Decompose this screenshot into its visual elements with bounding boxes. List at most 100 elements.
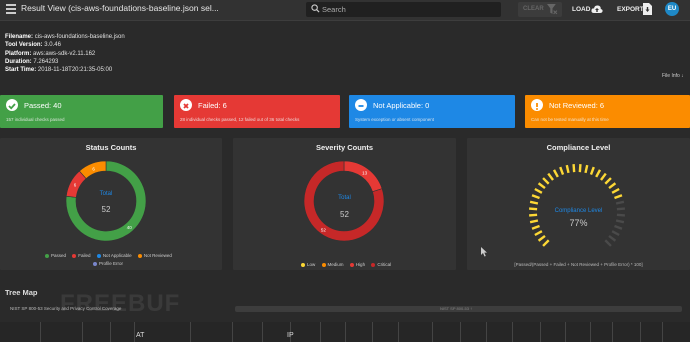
- treemap-cell[interactable]: [190, 322, 191, 342]
- treemap-cell[interactable]: [398, 322, 399, 342]
- compliance-formula: [Passed/(Passed + Failed + Not Reviewed …: [514, 262, 643, 267]
- legend-item[interactable]: Not Reviewed: [137, 253, 172, 258]
- card-subtitle: Can not be tested manually at this time: [531, 117, 609, 122]
- legend-item[interactable]: Failed: [72, 253, 91, 258]
- treemap-cell[interactable]: [40, 322, 41, 342]
- legend-item[interactable]: Profile Error: [93, 261, 123, 266]
- donut-center-label: Total: [338, 195, 351, 201]
- legend-label: Not Reviewed: [143, 253, 172, 258]
- treemap-cell[interactable]: [110, 322, 111, 342]
- meta-value: 7.264293: [33, 58, 59, 65]
- gauge-label: Compliance Level: [554, 208, 603, 214]
- treemap-cell[interactable]: [486, 322, 487, 342]
- treemap-cell[interactable]: [540, 322, 541, 342]
- treemap-cell[interactable]: [372, 322, 373, 342]
- gauge-tick: [542, 239, 550, 247]
- treemap-cell[interactable]: [432, 322, 433, 342]
- exclamation-circle-icon: [531, 99, 543, 111]
- gauge-tick: [537, 235, 546, 242]
- treemap-cell[interactable]: [320, 322, 321, 342]
- severity-counts-panel: Severity Counts 13 52 Total 52 Low Medium…: [233, 138, 456, 270]
- status-legend: Passed Failed Not Applicable Not Reviewe…: [45, 253, 177, 258]
- gauge-tick: [529, 213, 538, 217]
- profile-metadata: Filename: cis-aws-foundations-baseline.j…: [5, 33, 125, 74]
- treemap-cell[interactable]: [134, 322, 135, 342]
- x-circle-icon: [180, 99, 192, 111]
- clear-filter-button[interactable]: CLEAR: [518, 2, 562, 17]
- not-reviewed-card[interactable]: Not Reviewed: 6 Can not be tested manual…: [525, 95, 690, 128]
- meta-row: Platform: aws:aws-sdk-v2.11.162: [5, 50, 125, 58]
- treemap-cell[interactable]: [565, 322, 566, 342]
- check-circle-icon: [6, 99, 18, 111]
- meta-label: Duration:: [5, 58, 32, 65]
- legend-label: Critical: [377, 262, 392, 267]
- treemap-breadcrumb-bar[interactable]: NIST SP 800-53 ↑: [235, 306, 682, 312]
- passed-card[interactable]: Passed: 40 157 individual checks passed: [0, 95, 163, 128]
- severity-counts-donut-chart: 13 52: [303, 160, 385, 242]
- search-icon: [311, 4, 320, 13]
- donut-slice-high[interactable]: [343, 160, 383, 193]
- treemap-cell[interactable]: [232, 322, 233, 342]
- load-button[interactable]: LOAD: [572, 6, 590, 13]
- legend-label: Low: [307, 262, 316, 267]
- legend-item[interactable]: Low: [301, 262, 315, 267]
- cloud-upload-icon[interactable]: [591, 4, 603, 14]
- gauge-tick: [604, 239, 612, 247]
- gauge-tick: [531, 194, 540, 200]
- meta-label: Filename:: [5, 34, 34, 40]
- gauge-tick: [534, 230, 543, 237]
- legend-label: Failed: [78, 253, 91, 258]
- donut-data-label: 13: [362, 171, 368, 176]
- meta-value: 2018-11-18T20:21:35-05:00: [37, 67, 113, 74]
- gauge-tick: [565, 164, 570, 174]
- legend-item[interactable]: High: [349, 262, 365, 267]
- file-info-toggle[interactable]: File Info ↓: [662, 73, 684, 79]
- treemap-cell[interactable]: [82, 322, 83, 342]
- search-input[interactable]: Search: [306, 2, 501, 17]
- donut-data-label: 40: [127, 225, 133, 230]
- legend-item[interactable]: Medium: [321, 262, 344, 267]
- gauge-tick: [552, 169, 559, 178]
- treemap-cell[interactable]: [345, 322, 346, 342]
- file-export-icon[interactable]: [643, 3, 652, 15]
- legend-label: Not Applicable: [102, 253, 132, 258]
- meta-row: Start Time: 2018-11-18T20:21:35-05:00: [5, 66, 125, 74]
- treemap-cell[interactable]: [662, 322, 663, 342]
- gauge-tick: [595, 169, 602, 178]
- compliance-level-panel: Compliance Level Compliance Level 77% [P…: [467, 138, 690, 270]
- legend-item[interactable]: Not Applicable: [96, 253, 132, 258]
- treemap-cell[interactable]: [262, 322, 263, 342]
- gauge-tick: [534, 187, 543, 194]
- gauge-tick: [578, 164, 582, 173]
- treemap-cell[interactable]: [460, 322, 461, 342]
- hamburger-menu-icon[interactable]: [6, 4, 16, 16]
- meta-row: Tool Version: 3.0.46: [5, 41, 125, 49]
- failed-card[interactable]: Failed: 6 28 individual checks passed, 1…: [174, 95, 340, 128]
- gauge-tick: [614, 194, 623, 200]
- treemap-cell[interactable]: [640, 322, 641, 342]
- card-title: Passed: 40: [24, 101, 62, 110]
- user-avatar[interactable]: EU: [665, 2, 679, 16]
- gauge-tick: [547, 172, 554, 181]
- treemap-cell[interactable]: [590, 322, 591, 342]
- search-placeholder: Search: [322, 5, 346, 14]
- gauge-tick: [537, 182, 546, 189]
- legend-label: Passed: [51, 253, 67, 258]
- meta-label: Tool Version:: [5, 42, 43, 49]
- gauge-tick: [572, 164, 576, 173]
- treemap-cell[interactable]: [612, 322, 613, 342]
- legend-item[interactable]: Critical: [371, 262, 391, 267]
- treemap-cell-label[interactable]: AT: [136, 332, 144, 339]
- legend-label: Profile Error: [99, 261, 124, 266]
- meta-row: Duration: 7.264293: [5, 58, 125, 66]
- gauge-tick: [589, 166, 595, 175]
- donut-data-label: 52: [321, 227, 327, 232]
- legend-item[interactable]: Passed: [45, 253, 66, 258]
- gauge-tick: [529, 200, 539, 205]
- treemap-cell[interactable]: [512, 322, 513, 342]
- card-subtitle: 28 individual checks passed, 12 failed o…: [180, 117, 300, 122]
- treemap-cell-label[interactable]: IP: [287, 332, 294, 339]
- not-applicable-card[interactable]: Not Applicable: 0 System exception or ab…: [349, 95, 515, 128]
- export-button[interactable]: EXPORT: [617, 6, 644, 13]
- card-subtitle: 157 individual checks passed: [6, 117, 65, 122]
